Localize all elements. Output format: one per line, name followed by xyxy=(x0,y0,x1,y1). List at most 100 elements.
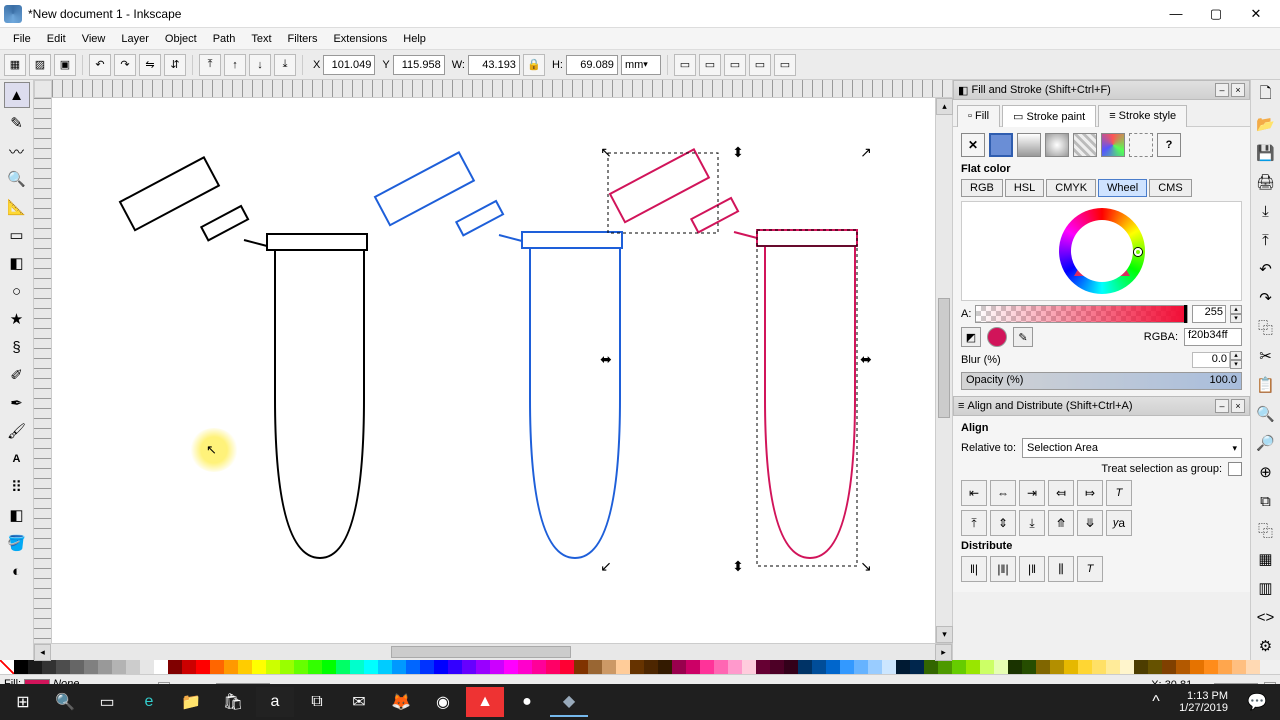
zoom-drawing-btn[interactable]: 🔎 xyxy=(1253,430,1279,456)
swatch-color[interactable] xyxy=(560,660,574,674)
amazon-icon[interactable]: a xyxy=(256,687,294,717)
swatch-color[interactable] xyxy=(910,660,924,674)
swatch-color[interactable] xyxy=(476,660,490,674)
swatch-color[interactable] xyxy=(14,660,28,674)
explorer-icon[interactable]: 📁 xyxy=(172,687,210,717)
3dbox-tool[interactable]: ◧ xyxy=(4,250,30,276)
duplicate-btn[interactable]: ⧉ xyxy=(1253,488,1279,514)
swatch-color[interactable] xyxy=(952,660,966,674)
paint-help-btn[interactable]: ? xyxy=(1157,133,1181,157)
align-minimize-btn[interactable]: – xyxy=(1215,399,1229,413)
swatch-color[interactable] xyxy=(840,660,854,674)
handle-n[interactable]: ⬍ xyxy=(732,146,744,158)
y-input[interactable]: 115.958 xyxy=(393,55,445,75)
swatch-color[interactable] xyxy=(420,660,434,674)
swatch-color[interactable] xyxy=(364,660,378,674)
rotate-cw-btn[interactable]: ↷ xyxy=(114,54,136,76)
paint-radial-btn[interactable] xyxy=(1045,133,1069,157)
swatch-color[interactable] xyxy=(84,660,98,674)
align-center-v[interactable]: ⇕ xyxy=(990,510,1016,536)
menu-path[interactable]: Path xyxy=(206,31,243,47)
paint-swatch-btn[interactable] xyxy=(1101,133,1125,157)
w-input[interactable]: 43.193 xyxy=(468,55,520,75)
avira-icon[interactable]: ▲ xyxy=(466,687,504,717)
group-btn[interactable]: ▦ xyxy=(1253,546,1279,572)
swatch-color[interactable] xyxy=(742,660,756,674)
affect-gradient-btn[interactable]: ▭ xyxy=(749,54,771,76)
swatch-color[interactable] xyxy=(490,660,504,674)
menu-help[interactable]: Help xyxy=(396,31,433,47)
swatch-color[interactable] xyxy=(462,660,476,674)
pencil-tool[interactable]: ✐ xyxy=(4,362,30,388)
alpha-dec[interactable]: ▾ xyxy=(1230,314,1242,323)
swatch-color[interactable] xyxy=(616,660,630,674)
align-left-edge[interactable]: ⇤ xyxy=(961,480,987,506)
text-tool[interactable]: A xyxy=(4,446,30,472)
swatch-color[interactable] xyxy=(1106,660,1120,674)
alpha-inc[interactable]: ▴ xyxy=(1230,305,1242,314)
swatch-color[interactable] xyxy=(756,660,770,674)
xml-btn[interactable]: <> xyxy=(1253,604,1279,630)
swatch-color[interactable] xyxy=(392,660,406,674)
inkscape-taskbar-icon[interactable]: ◆ xyxy=(550,687,588,717)
swatch-color[interactable] xyxy=(28,660,42,674)
swatch-color[interactable] xyxy=(686,660,700,674)
menu-view[interactable]: View xyxy=(75,31,113,47)
swatch-color[interactable] xyxy=(42,660,56,674)
swatch-color[interactable] xyxy=(1204,660,1218,674)
copy-btn[interactable]: ⿻ xyxy=(1253,314,1279,340)
tab-stroke-style[interactable]: ≡ Stroke style xyxy=(1098,105,1187,127)
blur-input[interactable]: 0.0 xyxy=(1192,352,1230,368)
swatch-color[interactable] xyxy=(714,660,728,674)
edge-icon[interactable]: e xyxy=(130,687,168,717)
raise-btn[interactable]: ↑ xyxy=(224,54,246,76)
swatch-color[interactable] xyxy=(644,660,658,674)
swatch-color[interactable] xyxy=(406,660,420,674)
swatch-color[interactable] xyxy=(350,660,364,674)
lower-btn[interactable]: ↓ xyxy=(249,54,271,76)
open-btn[interactable]: 📂 xyxy=(1253,111,1279,137)
swatch-color[interactable] xyxy=(182,660,196,674)
alpha-slider[interactable] xyxy=(975,305,1188,323)
selector-tool[interactable]: ▲ xyxy=(4,82,30,108)
mode-wheel[interactable]: Wheel xyxy=(1098,179,1147,197)
align-top-edge[interactable]: ⤒ xyxy=(961,510,987,536)
lock-aspect-btn[interactable]: 🔒 xyxy=(523,54,545,76)
start-button[interactable]: ⊞ xyxy=(4,687,42,717)
handle-se[interactable]: ↘ xyxy=(860,560,872,572)
distribute-gaps-h[interactable]: ⫼ xyxy=(1048,556,1074,582)
undo-btn[interactable]: ↶ xyxy=(1253,256,1279,282)
align-close-btn[interactable]: × xyxy=(1231,399,1245,413)
ruler-horizontal[interactable] xyxy=(52,80,952,98)
swatch-color[interactable] xyxy=(168,660,182,674)
pick-fill-btn[interactable]: ◩ xyxy=(961,327,981,347)
swatch-color[interactable] xyxy=(882,660,896,674)
unit-select[interactable]: mm ▾ xyxy=(621,55,661,75)
menu-extensions[interactable]: Extensions xyxy=(326,31,394,47)
import-btn[interactable]: ⤓ xyxy=(1253,198,1279,224)
select-all-btn[interactable]: ▦ xyxy=(4,54,26,76)
treat-group-checkbox[interactable] xyxy=(1228,462,1242,476)
rotate-ccw-btn[interactable]: ↶ xyxy=(89,54,111,76)
mode-cmyk[interactable]: CMYK xyxy=(1046,179,1096,197)
swatch-color[interactable] xyxy=(812,660,826,674)
prefs-btn[interactable]: ⚙ xyxy=(1253,633,1279,659)
swatch-color[interactable] xyxy=(1246,660,1260,674)
swatch-color[interactable] xyxy=(210,660,224,674)
clone-btn[interactable]: ⿻ xyxy=(1253,517,1279,543)
search-button[interactable]: 🔍 xyxy=(46,687,84,717)
swatch-color[interactable] xyxy=(1036,660,1050,674)
minimize-button[interactable]: — xyxy=(1156,3,1196,25)
select-all-layers-btn[interactable]: ▨ xyxy=(29,54,51,76)
swatch-color[interactable] xyxy=(196,660,210,674)
swatch-color[interactable] xyxy=(252,660,266,674)
affect-move-btn[interactable]: ▭ xyxy=(674,54,696,76)
swatch-color[interactable] xyxy=(588,660,602,674)
swatch-color[interactable] xyxy=(1148,660,1162,674)
rgba-input[interactable]: f20b34ff xyxy=(1184,328,1242,346)
swatch-color[interactable] xyxy=(434,660,448,674)
relative-to-select[interactable]: Selection Area▾ xyxy=(1022,438,1242,458)
swatch-color[interactable] xyxy=(448,660,462,674)
swatch-color[interactable] xyxy=(938,660,952,674)
swatch-color[interactable] xyxy=(1134,660,1148,674)
